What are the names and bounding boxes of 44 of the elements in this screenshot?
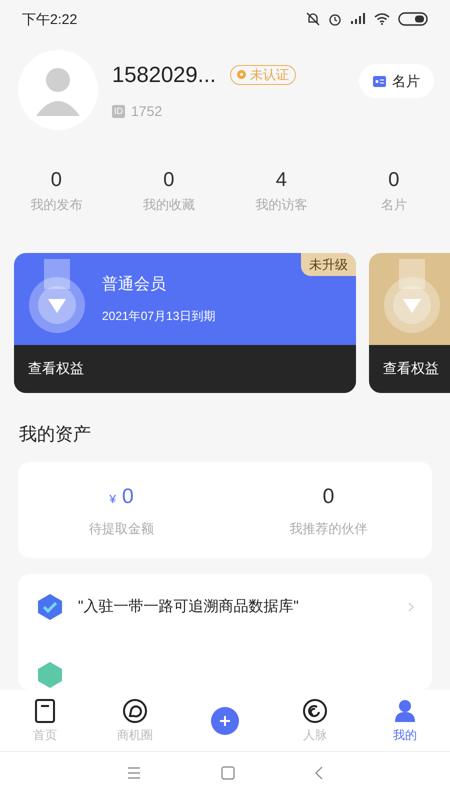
tab-item[interactable]: 我的 [360, 690, 450, 751]
membership-card[interactable]: 未升级 普通会员 2021年07月13日到期 查看权益 [14, 252, 356, 392]
expiry-date: 2021年07月13日到期 [102, 308, 216, 324]
stat-value: 0 [388, 168, 400, 192]
user-id: 1752 [131, 102, 162, 121]
back-icon[interactable] [315, 766, 323, 780]
membership-card[interactable]: 查看权益 [369, 252, 450, 392]
stat-label: 我的访客 [255, 196, 308, 214]
bell-off-icon [306, 12, 320, 26]
battery-icon [398, 12, 428, 26]
person-icon [392, 698, 418, 724]
status-time: 下午2:22 [22, 10, 78, 28]
stat-value: 4 [276, 168, 287, 192]
currency-symbol: ¥ [109, 491, 116, 508]
stat-label: 我的收藏 [142, 196, 195, 214]
id-label: ID [112, 105, 125, 118]
upgrade-tag: 未升级 [301, 252, 356, 276]
chat-bubble-icon [122, 698, 148, 724]
plus-icon [211, 706, 239, 734]
signal-icon [350, 13, 366, 25]
asset-value: 0 [322, 484, 334, 510]
stat-label: 名片 [380, 196, 407, 214]
home-icon[interactable] [221, 766, 235, 780]
view-benefits-link[interactable]: 查看权益 [28, 358, 84, 379]
alarm-icon [328, 12, 342, 26]
membership-title: 普通会员 [102, 274, 167, 294]
card-icon [373, 76, 386, 86]
menu-label: "入驻一带一路可追溯商品数据库" [78, 596, 300, 617]
stat-value: 0 [50, 168, 62, 192]
stat-value: 0 [163, 168, 174, 192]
menu-icon[interactable] [127, 767, 141, 779]
business-card-button[interactable]: 名片 [359, 64, 434, 98]
check-hexagon-icon [36, 593, 64, 621]
user-name: 1582029... [112, 61, 216, 89]
asset-value: 0 [122, 484, 134, 510]
asset-label: 待提取金额 [89, 520, 154, 538]
chevron-right-icon [408, 602, 414, 612]
document-icon [34, 698, 56, 724]
asset-label: 我推荐的伙伴 [290, 520, 368, 538]
stat-label: 我的发布 [30, 196, 82, 214]
link-circle-icon [302, 698, 328, 724]
verification-badge: 未认证 [230, 64, 296, 84]
wifi-icon [374, 13, 390, 25]
section-title: 我的资产 [18, 422, 92, 446]
